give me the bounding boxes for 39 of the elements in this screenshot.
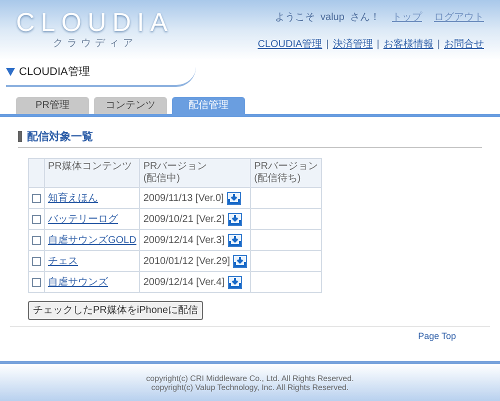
version-text: 2009/10/21 [Ver.2] [143,212,225,226]
checkbox[interactable] [32,278,41,286]
checkbox[interactable] [32,236,41,244]
tab[interactable]: PR管理 [16,96,89,114]
logo: CLOUDIA [16,8,174,36]
checkbox[interactable] [32,194,41,202]
triangle-icon [6,68,15,76]
version-text: 2010/01/12 [Ver.29] [143,254,230,268]
version-text: 2009/12/14 [Ver.3] [143,234,225,248]
deliver-button[interactable]: チェックしたPR媒体をiPhoneに配信 [28,301,204,320]
nav-link[interactable]: お客様情報 [383,37,434,52]
column-header: PRバージョン (配信中) [140,158,251,188]
download-icon[interactable] [226,192,241,204]
version-text: 2009/11/13 [Ver.0] [143,192,224,206]
page-top-link[interactable]: Page Top [418,330,456,343]
download-icon[interactable] [228,276,242,288]
copyright-text: copyright(c) CRI Middleware Co., Ltd. All Rights Reserved. [146,374,354,382]
tab[interactable]: コンテンツ [94,96,167,114]
nav-link[interactable]: CLOUDIA管理 [258,37,322,52]
separator: | [326,38,329,52]
column-header: PRバージョン (配信待ち) [250,158,322,188]
copyright-text: copyright(c) Valup Technology, Inc. All Rights Reserved. [151,382,349,392]
version-text: 2009/12/14 [Ver.4] [143,276,225,290]
nav-link[interactable]: 決済管理 [332,37,373,52]
download-icon[interactable] [233,254,248,268]
separator: | [437,38,440,52]
checkbox[interactable] [32,214,41,224]
checkbox[interactable] [32,256,41,266]
content-link[interactable]: チェス [48,256,78,266]
separator: | [376,38,380,52]
download-icon[interactable] [228,212,242,226]
welcome-text: ようこそ valup さん！ [274,11,380,25]
heading: 配信対象一覧 [27,130,93,144]
download-icon[interactable] [228,234,242,246]
heading-marker [18,131,22,142]
nav-link[interactable]: お問合せ [444,37,484,52]
column-header: PR媒体コンテンツ [44,158,140,188]
section-title: CLOUDIA管理 [19,65,90,80]
logo-subtitle: クラウディア [52,37,137,51]
